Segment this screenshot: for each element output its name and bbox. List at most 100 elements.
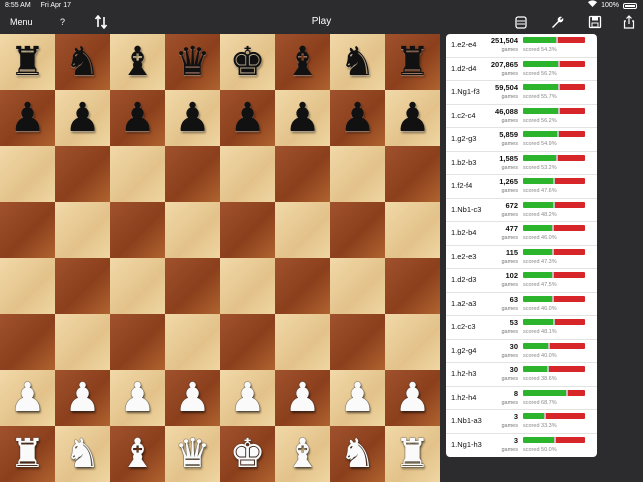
square-d2[interactable]: ♟ [165, 370, 220, 426]
move-row[interactable]: 1.Ng1-f3 59,504 games scored 55.7% [446, 81, 597, 105]
wrench-icon[interactable] [550, 15, 564, 29]
white-king-icon[interactable]: ♚ [230, 434, 266, 474]
move-row[interactable]: 1.f2-f4 1,265 games scored 47.6% [446, 175, 597, 199]
square-e5[interactable] [220, 202, 275, 258]
square-g8[interactable]: ♞ [330, 34, 385, 90]
square-f1[interactable]: ♝ [275, 426, 330, 482]
square-g1[interactable]: ♞ [330, 426, 385, 482]
square-e2[interactable]: ♟ [220, 370, 275, 426]
square-c1[interactable]: ♝ [110, 426, 165, 482]
white-pawn-icon[interactable]: ♟ [285, 378, 321, 418]
square-e8[interactable]: ♚ [220, 34, 275, 90]
square-a7[interactable]: ♟ [0, 90, 55, 146]
square-c3[interactable] [110, 314, 165, 370]
square-b4[interactable] [55, 258, 110, 314]
square-d5[interactable] [165, 202, 220, 258]
square-h7[interactable]: ♟ [385, 90, 440, 146]
square-f2[interactable]: ♟ [275, 370, 330, 426]
square-g3[interactable] [330, 314, 385, 370]
square-c6[interactable] [110, 146, 165, 202]
move-row[interactable]: 1.h2-h3 30 games scored 38.6% [446, 363, 597, 387]
black-bishop-icon[interactable]: ♝ [285, 42, 321, 82]
square-a4[interactable] [0, 258, 55, 314]
square-h1[interactable]: ♜ [385, 426, 440, 482]
square-c4[interactable] [110, 258, 165, 314]
square-h8[interactable]: ♜ [385, 34, 440, 90]
black-bishop-icon[interactable]: ♝ [120, 42, 156, 82]
white-pawn-icon[interactable]: ♟ [175, 378, 211, 418]
square-f7[interactable]: ♟ [275, 90, 330, 146]
square-h2[interactable]: ♟ [385, 370, 440, 426]
flip-board-icon[interactable] [94, 14, 108, 30]
square-a1[interactable]: ♜ [0, 426, 55, 482]
white-knight-icon[interactable]: ♞ [340, 434, 376, 474]
square-h3[interactable] [385, 314, 440, 370]
square-a8[interactable]: ♜ [0, 34, 55, 90]
move-row[interactable]: 1.Nb1-c3 672 games scored 48.2% [446, 199, 597, 222]
square-f5[interactable] [275, 202, 330, 258]
square-b6[interactable] [55, 146, 110, 202]
chess-board[interactable]: ♜ ♞ ♝ ♛ ♚ ♝ ♞ ♜ ♟ ♟ ♟ ♟ ♟ ♟ ♟ ♟ ♟ ♟ ♟ ♟ ♟ ♟ ♟ ♟ ♜ ♞ ♝ ♛ ♚ ♝ ♞ ♜ [0, 34, 440, 482]
share-icon[interactable] [622, 15, 636, 29]
square-f8[interactable]: ♝ [275, 34, 330, 90]
square-f6[interactable] [275, 146, 330, 202]
white-pawn-icon[interactable]: ♟ [230, 378, 266, 418]
square-e7[interactable]: ♟ [220, 90, 275, 146]
move-row[interactable]: 1.c2-c3 53 games scored 48.1% [446, 316, 597, 340]
white-pawn-icon[interactable]: ♟ [120, 378, 156, 418]
white-bishop-icon[interactable]: ♝ [120, 434, 156, 474]
square-a3[interactable] [0, 314, 55, 370]
white-pawn-icon[interactable]: ♟ [10, 378, 46, 418]
move-row[interactable]: 1.e2-e3 115 games scored 47.3% [446, 246, 597, 269]
square-d6[interactable] [165, 146, 220, 202]
white-bishop-icon[interactable]: ♝ [285, 434, 321, 474]
black-pawn-icon[interactable]: ♟ [120, 98, 156, 138]
square-f3[interactable] [275, 314, 330, 370]
black-rook-icon[interactable]: ♜ [10, 42, 46, 82]
move-row[interactable]: 1.Nb1-a3 3 games scored 33.3% [446, 410, 597, 434]
white-pawn-icon[interactable]: ♟ [395, 378, 431, 418]
menu-button[interactable]: Menu [10, 12, 33, 32]
square-d4[interactable] [165, 258, 220, 314]
square-b8[interactable]: ♞ [55, 34, 110, 90]
move-row[interactable]: 1.b2-b3 1,585 games scored 53.2% [446, 152, 597, 175]
square-g6[interactable] [330, 146, 385, 202]
square-f4[interactable] [275, 258, 330, 314]
black-knight-icon[interactable]: ♞ [340, 42, 376, 82]
white-rook-icon[interactable]: ♜ [395, 434, 431, 474]
square-g4[interactable] [330, 258, 385, 314]
square-g7[interactable]: ♟ [330, 90, 385, 146]
square-e3[interactable] [220, 314, 275, 370]
square-b2[interactable]: ♟ [55, 370, 110, 426]
square-h5[interactable] [385, 202, 440, 258]
move-row[interactable]: 1.d2-d4 207,865 games scored 56.2% [446, 58, 597, 81]
black-pawn-icon[interactable]: ♟ [10, 98, 46, 138]
help-button[interactable]: ? [60, 12, 65, 32]
save-icon[interactable] [588, 15, 602, 29]
white-pawn-icon[interactable]: ♟ [340, 378, 376, 418]
square-g2[interactable]: ♟ [330, 370, 385, 426]
black-pawn-icon[interactable]: ♟ [230, 98, 266, 138]
white-queen-icon[interactable]: ♛ [175, 434, 211, 474]
square-e4[interactable] [220, 258, 275, 314]
white-rook-icon[interactable]: ♜ [10, 434, 46, 474]
database-icon[interactable] [514, 15, 528, 29]
move-row[interactable]: 1.g2-g3 5,859 games scored 54.9% [446, 128, 597, 152]
move-row[interactable]: 1.g2-g4 30 games scored 40.0% [446, 340, 597, 363]
black-pawn-icon[interactable]: ♟ [395, 98, 431, 138]
square-d3[interactable] [165, 314, 220, 370]
square-b1[interactable]: ♞ [55, 426, 110, 482]
square-c8[interactable]: ♝ [110, 34, 165, 90]
move-row[interactable]: 1.b2-b4 477 games scored 46.0% [446, 222, 597, 246]
black-pawn-icon[interactable]: ♟ [285, 98, 321, 138]
square-c2[interactable]: ♟ [110, 370, 165, 426]
move-row[interactable]: 1.c2-c4 46,088 games scored 56.2% [446, 105, 597, 128]
square-c7[interactable]: ♟ [110, 90, 165, 146]
square-e1[interactable]: ♚ [220, 426, 275, 482]
square-g5[interactable] [330, 202, 385, 258]
square-b3[interactable] [55, 314, 110, 370]
white-pawn-icon[interactable]: ♟ [65, 378, 101, 418]
move-row[interactable]: 1.a2-a3 63 games scored 46.0% [446, 293, 597, 316]
black-pawn-icon[interactable]: ♟ [65, 98, 101, 138]
move-row[interactable]: 1.Ng1-h3 3 games scored 50.0% [446, 434, 597, 458]
